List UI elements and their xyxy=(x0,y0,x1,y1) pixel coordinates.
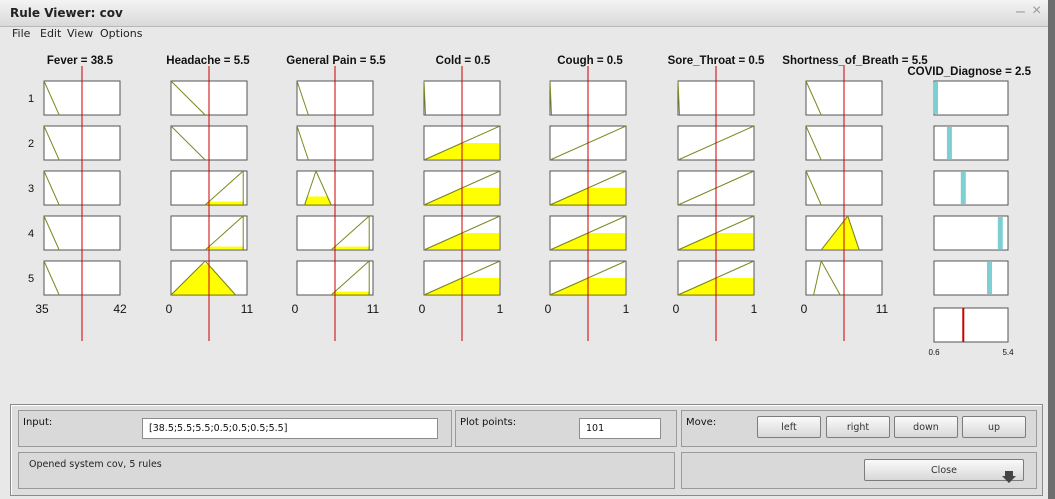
output-aggregate-plot xyxy=(933,307,1009,343)
output-bar-r3 xyxy=(960,172,966,204)
rule-number-1: 1 xyxy=(28,93,34,105)
close-button[interactable]: Close xyxy=(864,459,1024,481)
output-plot-r3 xyxy=(933,170,1009,206)
output-plot-r1 xyxy=(933,80,1009,116)
output-plot-r5 xyxy=(933,260,1009,296)
input-header-0: Fever = 38.5 xyxy=(47,55,114,67)
plot-points-panel: Plot points: 101 xyxy=(455,410,677,447)
output-range-max: 5.4 xyxy=(1002,348,1014,357)
input-header-3: Cold = 0.5 xyxy=(436,55,491,67)
output-plot-r2 xyxy=(933,125,1009,161)
output-plot-r4 xyxy=(933,215,1009,251)
status-text: Opened system cov, 5 rules xyxy=(29,459,162,470)
move-label: Move: xyxy=(686,417,717,428)
plot-points-label: Plot points: xyxy=(460,417,517,428)
rule-number-4: 4 xyxy=(28,228,34,240)
input-panel: Input: [38.5;5.5;5.5;0.5;0.5;0.5;5.5] xyxy=(18,410,452,447)
rule-number-5: 5 xyxy=(28,273,34,285)
menu-view[interactable]: View xyxy=(67,27,93,40)
status-panel: Opened system cov, 5 rules xyxy=(18,452,675,489)
input-field[interactable]: [38.5;5.5;5.5;0.5;0.5;0.5;5.5] xyxy=(142,418,438,439)
input-header-4: Cough = 0.5 xyxy=(557,55,623,67)
input-range-min-5: 0 xyxy=(673,302,680,316)
move-right-button[interactable]: right xyxy=(826,416,890,438)
input-range-max-2: 11 xyxy=(367,302,380,316)
resize-grip-icon xyxy=(1002,471,1016,483)
input-header-1: Headache = 5.5 xyxy=(166,55,250,67)
close-icon[interactable]: × xyxy=(1032,2,1041,20)
input-range-min-1: 0 xyxy=(166,302,173,316)
menu-file[interactable]: File xyxy=(12,27,30,40)
rule-number-2: 2 xyxy=(28,138,34,150)
rule-viewer-window: Rule Viewer: cov – × File Edit View Opti… xyxy=(0,0,1048,499)
close-button-label: Close xyxy=(931,465,957,476)
move-left-button[interactable]: left xyxy=(757,416,821,438)
menu-options[interactable]: Options xyxy=(100,27,142,40)
input-range-max-1: 11 xyxy=(241,302,254,316)
output-bar-r2 xyxy=(946,127,952,159)
plot-points-field[interactable]: 101 xyxy=(579,418,661,439)
input-header-5: Sore_Throat = 0.5 xyxy=(668,55,765,67)
menu-edit[interactable]: Edit xyxy=(40,27,61,40)
input-range-max-0: 42 xyxy=(113,302,127,316)
output-bar-r5 xyxy=(987,262,992,294)
input-range-min-2: 0 xyxy=(292,302,299,316)
window-title: Rule Viewer: cov xyxy=(10,6,123,20)
output-bar-r4 xyxy=(997,217,1003,249)
input-range-max-6: 11 xyxy=(876,302,889,316)
title-bar: Rule Viewer: cov – × xyxy=(0,0,1048,27)
input-range-max-4: 1 xyxy=(623,302,630,316)
input-range-min-6: 0 xyxy=(801,302,808,316)
rule-plots-area: Fever = 38.5 Headache = 5.5 General Pain =… xyxy=(28,55,1032,357)
input-label: Input: xyxy=(23,417,53,428)
move-panel: Move: left right down up xyxy=(681,410,1037,447)
move-up-button[interactable]: up xyxy=(962,416,1026,438)
input-range-max-5: 1 xyxy=(751,302,758,316)
minimize-icon[interactable]: – xyxy=(1016,3,1025,21)
input-range-min-4: 0 xyxy=(545,302,552,316)
input-range-min-3: 0 xyxy=(419,302,426,316)
output-bar-r1 xyxy=(933,82,939,114)
input-header-2: General Pain = 5.5 xyxy=(286,55,386,67)
move-down-button[interactable]: down xyxy=(894,416,958,438)
output-range-min: 0.6 xyxy=(928,348,940,357)
output-header: COVID_Diagnose = 2.5 xyxy=(907,66,1031,78)
close-panel: Close xyxy=(681,452,1037,489)
input-range-min-0: 35 xyxy=(35,302,49,316)
rule-number-3: 3 xyxy=(28,183,34,195)
input-range-max-3: 1 xyxy=(497,302,504,316)
